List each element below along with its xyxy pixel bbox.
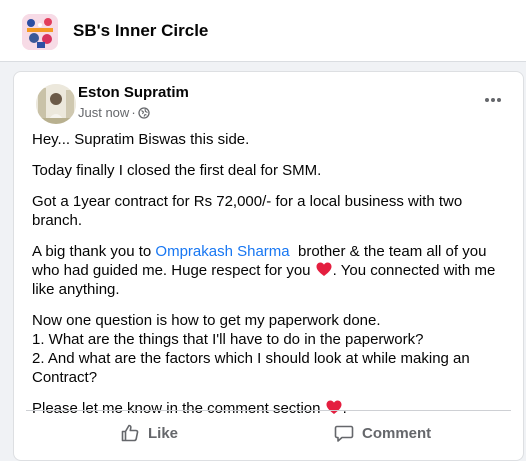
post-paragraph: Today finally I closed the first deal fo… [32, 162, 322, 179]
like-label: Like [148, 424, 179, 442]
paragraph-line: 1. What are the things that I'll have to… [32, 331, 424, 348]
group-name[interactable]: SB's Inner Circle [73, 21, 208, 41]
profile-photo-icon [36, 84, 76, 124]
comment-label: Comment [362, 424, 432, 442]
paragraph-line: 2. And what are the factors which I shou… [32, 350, 470, 386]
author-name[interactable]: Eston Supratim [78, 84, 189, 101]
post-paragraph: Please let me know in the comment sectio… [32, 399, 512, 418]
paragraph-line: Now one question is how to get my paperw… [32, 312, 381, 329]
post-paragraph: A big thank you to Omprakash Sharma brot… [32, 242, 512, 299]
post-paragraph: Got a 1year contract for Rs 72,000/- for… [32, 193, 463, 229]
meta-separator: · [131, 105, 136, 120]
globe-icon [138, 106, 150, 119]
more-options-icon[interactable] [483, 94, 503, 106]
post-meta: Just now · [78, 105, 150, 120]
mention-link[interactable]: Omprakash Sharma [155, 243, 289, 260]
heart-emoji-icon [326, 400, 342, 414]
post-card: Eston Supratim Just now · Hey... Suprati… [13, 71, 524, 461]
post-timestamp[interactable]: Just now [78, 105, 129, 120]
action-divider [26, 410, 511, 411]
post-paragraph: Now one question is how to get my paperw… [32, 311, 512, 387]
paragraph-text: . [342, 400, 347, 417]
thumbs-up-icon [121, 424, 139, 442]
group-avatar[interactable] [22, 14, 58, 50]
comment-bubble-icon [334, 425, 354, 442]
paragraph-text: Please let me know in the comment sectio… [32, 400, 325, 417]
paragraph-text: A big thank you to [32, 243, 156, 260]
author-avatar[interactable] [36, 84, 76, 124]
group-illustration-icon [22, 14, 58, 50]
group-header: SB's Inner Circle [0, 0, 526, 62]
comment-button[interactable]: Comment [334, 418, 431, 448]
post-paragraph: Hey... Supratim Biswas this side. [32, 131, 250, 148]
like-button[interactable]: Like [120, 418, 178, 448]
heart-emoji-icon [316, 262, 332, 276]
post-body: Hey... Supratim Biswas this side. Today … [32, 130, 512, 430]
